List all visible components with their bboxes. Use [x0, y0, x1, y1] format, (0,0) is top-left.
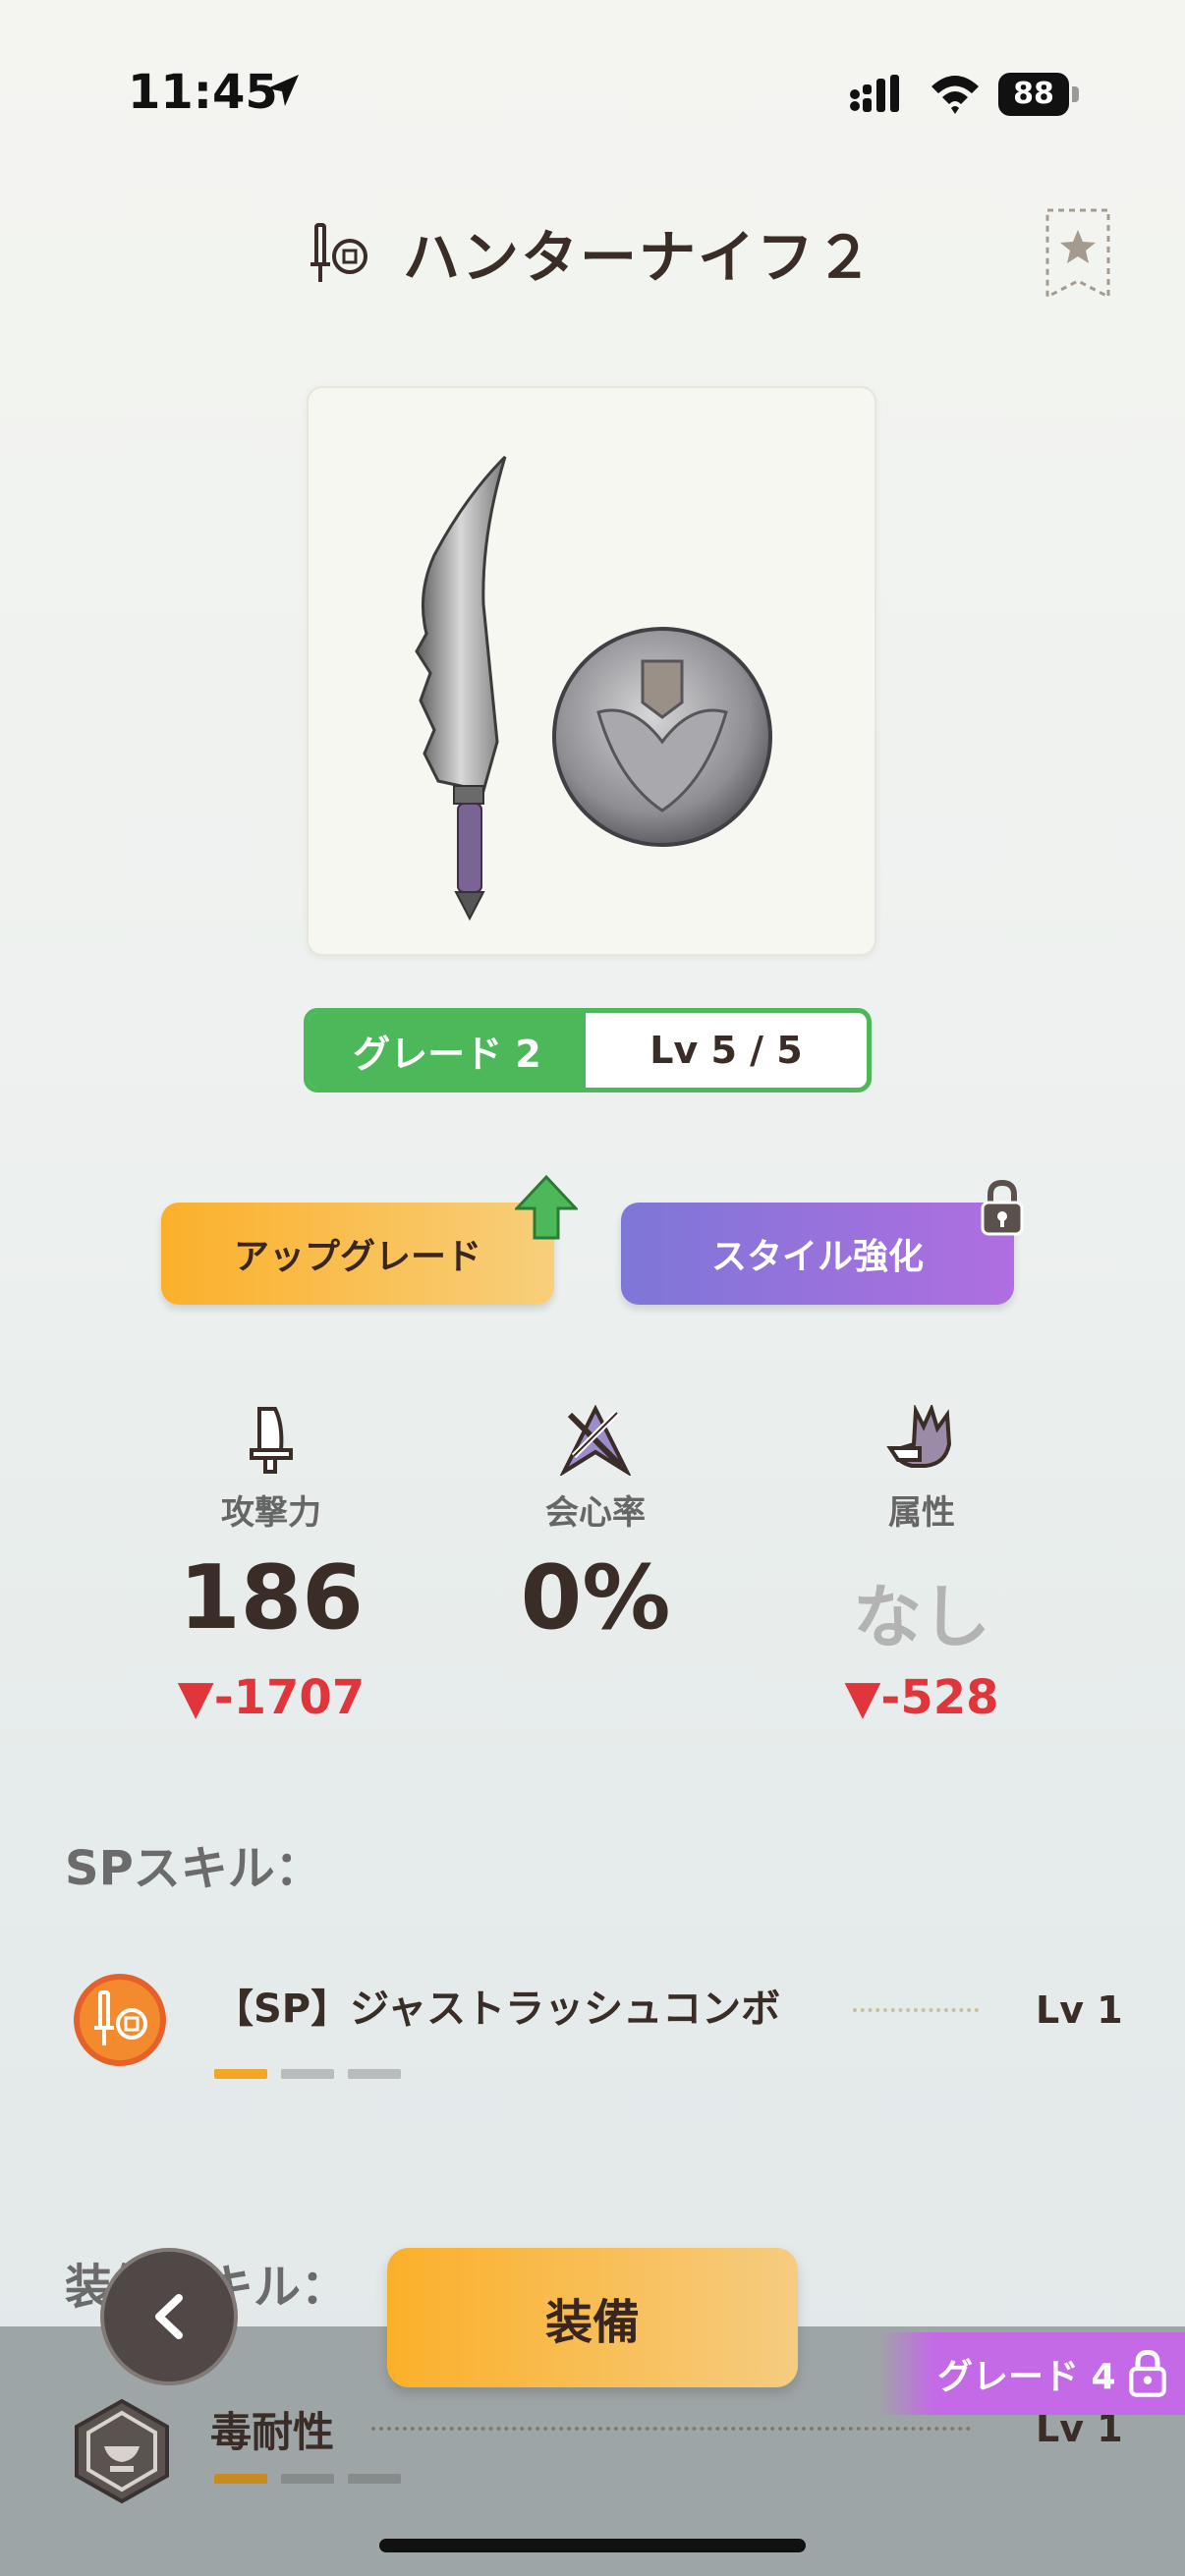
stat-label-attack: 攻撃力 — [221, 1493, 321, 1533]
equip-skill-progress-empty — [281, 2474, 334, 2484]
lock-icon — [981, 1179, 1024, 1236]
stat-value-attack: 186 — [179, 1546, 364, 1650]
status-time: 11:45 — [128, 65, 278, 120]
sp-skill-section-label: SPスキル： — [65, 1841, 322, 1896]
sp-skill-leader-dots — [853, 2008, 979, 2012]
equip-skill-name: 毒耐性 — [210, 2408, 335, 2456]
sp-skill-icon — [74, 1974, 166, 2066]
lock-icon — [1128, 2349, 1166, 2397]
stat-diff-element: ▼-528 — [844, 1670, 999, 1725]
weapon-image-card — [307, 386, 876, 956]
poison-resistance-icon — [75, 2398, 169, 2504]
weapon-illustration — [415, 455, 772, 922]
grade-level-pill: グレード 2 Lv 5 / 5 — [304, 1008, 872, 1092]
battery-indicator: 88 — [998, 73, 1081, 116]
upgrade-available-arrow-icon — [515, 1175, 578, 1240]
wifi-icon — [931, 76, 979, 114]
grade-unlock-label: グレード 4 — [937, 2357, 1116, 2397]
grade-unlock-tag: グレード 4 — [878, 2332, 1185, 2415]
chevron-left-icon — [155, 2294, 183, 2339]
weapon-title: ハンターナイフ２ — [403, 224, 875, 291]
grade-label: グレード 2 — [309, 1013, 586, 1088]
stat-value-critical: 0% — [520, 1546, 671, 1650]
equip-skill-leader-dots — [371, 2427, 971, 2431]
home-indicator[interactable] — [379, 2539, 806, 2552]
stat-value-element: なし — [853, 1577, 990, 1657]
battery-level: 88 — [998, 73, 1069, 116]
style-enhance-button[interactable]: スタイル強化 — [621, 1203, 1014, 1305]
element-flame-icon — [886, 1405, 952, 1468]
critical-rate-icon — [560, 1405, 631, 1476]
attack-blade-icon — [250, 1407, 293, 1474]
favorite-bookmark-icon[interactable] — [1044, 206, 1112, 301]
sp-skill-progress-empty — [281, 2069, 334, 2079]
upgrade-button[interactable]: アップグレード — [161, 1203, 554, 1305]
stat-label-critical: 会心率 — [545, 1493, 646, 1533]
equip-skill-progress-filled — [214, 2474, 267, 2484]
sp-skill-progress-empty — [348, 2069, 401, 2079]
sp-skill-name: 【SP】ジャストラッシュコンボ — [214, 1987, 781, 2032]
equip-skill-progress-empty — [348, 2474, 401, 2484]
sp-skill-level: Lv 1 — [1036, 1988, 1123, 2032]
stat-diff-attack: ▼-1707 — [177, 1670, 366, 1725]
cellular-signal-icon — [850, 75, 899, 112]
equip-button[interactable]: 装備 — [387, 2248, 798, 2387]
sword-and-shield-icon — [310, 223, 367, 282]
sp-skill-progress-filled — [214, 2069, 267, 2079]
location-arrow-icon — [267, 75, 299, 106]
back-button[interactable] — [100, 2248, 238, 2385]
stat-label-element: 属性 — [888, 1493, 955, 1533]
level-label: Lv 5 / 5 — [649, 1029, 803, 1072]
